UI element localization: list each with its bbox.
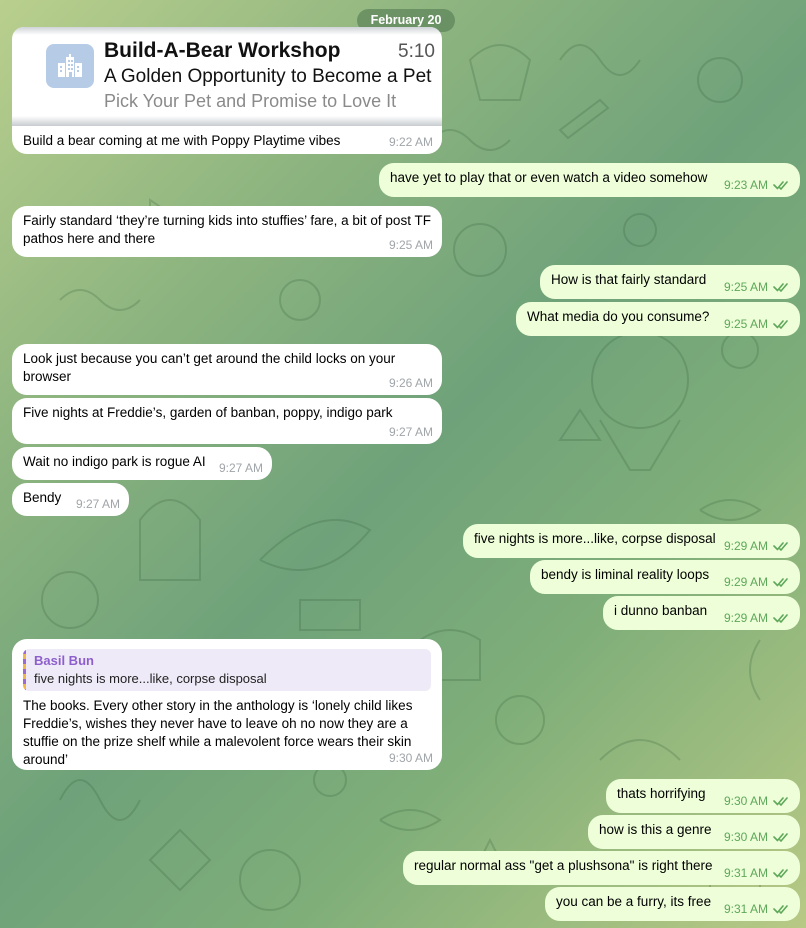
- reply-author: Basil Bun: [34, 653, 94, 668]
- double-check-icon: [773, 797, 788, 806]
- message-text: Five nights at Freddie’s, garden of banb…: [23, 405, 393, 420]
- incoming-message[interactable]: Look just because you can’t get around t…: [12, 344, 442, 395]
- outgoing-message[interactable]: How is that fairly standard 9:25 AM: [540, 265, 800, 299]
- message-time: 9:30 AM: [723, 830, 768, 844]
- message-time: 9:29 AM: [723, 575, 768, 589]
- double-check-icon: [773, 181, 788, 190]
- outgoing-message[interactable]: thats horrifying 9:30 AM: [606, 779, 800, 813]
- building-icon: [46, 44, 94, 88]
- message-text: The books. Every other story in the anth…: [23, 698, 413, 767]
- message-time: 9:23 AM: [723, 178, 768, 192]
- reply-quote[interactable]: Basil Bun five nights is more...like, co…: [23, 649, 431, 691]
- message-time: 9:22 AM: [388, 135, 433, 149]
- double-check-icon: [773, 614, 788, 623]
- outgoing-message[interactable]: how is this a genre 9:30 AM: [588, 815, 800, 849]
- message-time: 9:25 AM: [723, 280, 768, 294]
- double-check-icon: [773, 833, 788, 842]
- message-time: 9:29 AM: [723, 539, 768, 553]
- incoming-message[interactable]: Fairly standard ‘they’re turning kids in…: [12, 206, 442, 257]
- preview-title: Build-A-Bear Workshop: [104, 39, 341, 62]
- double-check-icon: [773, 542, 788, 551]
- message-time: 9:30 AM: [723, 794, 768, 808]
- incoming-message[interactable]: Wait no indigo park is rogue AI 9:27 AM: [12, 447, 272, 480]
- outgoing-message[interactable]: regular normal ass "get a plushsona" is …: [403, 851, 800, 885]
- message-text: Look just because you can’t get around t…: [23, 351, 396, 384]
- outgoing-message[interactable]: have yet to play that or even watch a vi…: [379, 163, 800, 197]
- incoming-message[interactable]: Build a bear coming at me with Poppy Pla…: [12, 126, 442, 154]
- incoming-message[interactable]: Five nights at Freddie’s, garden of banb…: [12, 398, 442, 444]
- message-time: 9:27 AM: [75, 497, 120, 511]
- preview-time: 5:10: [398, 41, 435, 62]
- message-time: 9:25 AM: [388, 238, 433, 252]
- message-time: 9:27 AM: [218, 461, 263, 475]
- message-time: 9:31 AM: [723, 866, 768, 880]
- outgoing-message[interactable]: What media do you consume? 9:25 AM: [516, 302, 800, 336]
- reply-text: five nights is more...like, corpse dispo…: [34, 671, 267, 686]
- outgoing-message[interactable]: you can be a furry, its free 9:31 AM: [545, 887, 800, 921]
- message-time: 9:31 AM: [723, 902, 768, 916]
- double-check-icon: [773, 905, 788, 914]
- double-check-icon: [773, 283, 788, 292]
- message-time: 9:29 AM: [723, 611, 768, 625]
- preview-subtitle: A Golden Opportunity to Become a Pet: [104, 66, 432, 87]
- message-time: 9:25 AM: [723, 317, 768, 331]
- quote-accent-bar: [23, 649, 26, 691]
- message-time: 9:26 AM: [388, 376, 433, 390]
- double-check-icon: [773, 869, 788, 878]
- message-text: Build a bear coming at me with Poppy Pla…: [23, 133, 341, 148]
- preview-subtitle-secondary: Pick Your Pet and Promise to Love It: [104, 91, 397, 111]
- outgoing-message[interactable]: bendy is liminal reality loops 9:29 AM: [530, 560, 800, 594]
- double-check-icon: [773, 320, 788, 329]
- message-time: 9:27 AM: [388, 425, 433, 439]
- double-check-icon: [773, 578, 788, 587]
- incoming-message[interactable]: Bendy 9:27 AM: [12, 483, 129, 516]
- link-preview-card[interactable]: Build-A-Bear Workshop 5:10 A Golden Oppo…: [12, 27, 442, 126]
- outgoing-message[interactable]: i dunno banban 9:29 AM: [603, 596, 800, 630]
- message-time: 9:30 AM: [388, 751, 433, 765]
- outgoing-message[interactable]: five nights is more...like, corpse dispo…: [463, 524, 800, 558]
- incoming-reply-message[interactable]: Basil Bun five nights is more...like, co…: [12, 639, 442, 770]
- message-text: Fairly standard ‘they’re turning kids in…: [23, 213, 431, 246]
